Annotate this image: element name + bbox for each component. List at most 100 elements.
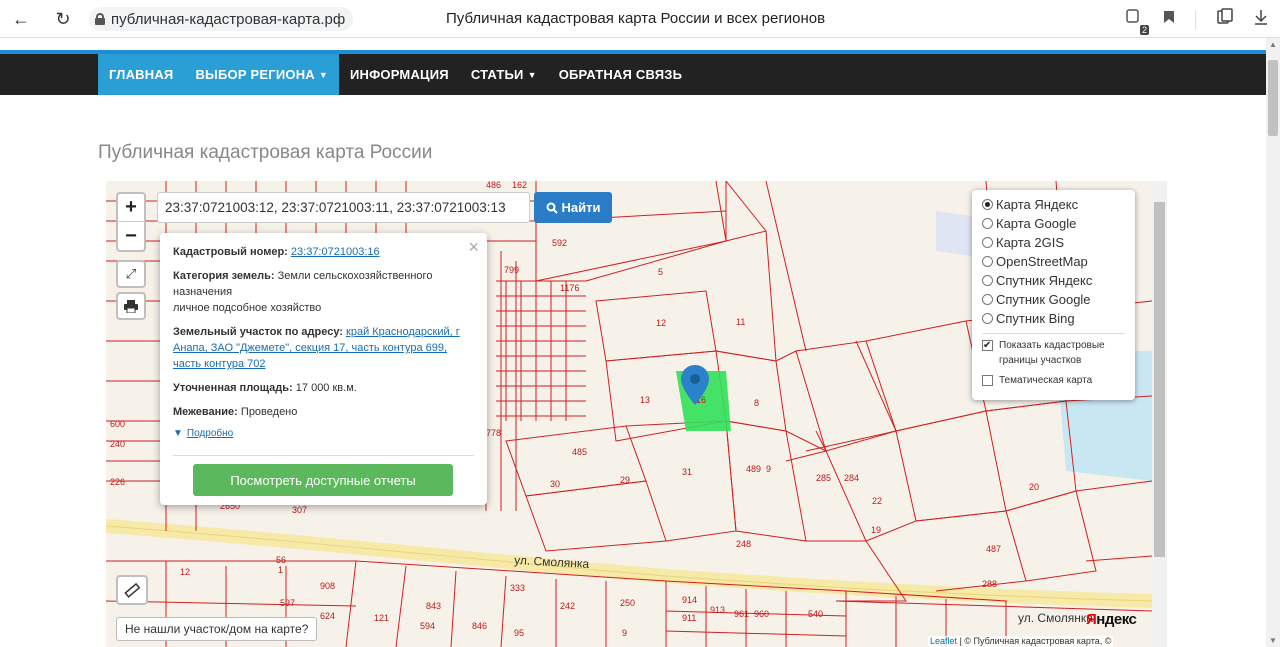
svg-text:624: 624 — [320, 611, 335, 621]
print-button[interactable] — [116, 292, 146, 320]
print-icon — [124, 299, 138, 313]
triangle-down-icon: ▼ — [173, 428, 183, 439]
svg-text:20: 20 — [1029, 482, 1039, 492]
svg-text:9: 9 — [622, 628, 627, 638]
cadastral-number-link[interactable]: 23:37:0721003:16 — [291, 246, 380, 258]
back-icon[interactable]: ← — [10, 8, 32, 30]
layer-option[interactable]: Спутник Google — [982, 290, 1125, 309]
checkbox-icon — [982, 375, 993, 386]
svg-text:778: 778 — [486, 428, 501, 438]
svg-text:485: 485 — [572, 447, 587, 457]
svg-text:162: 162 — [512, 181, 527, 190]
measure-button[interactable] — [116, 575, 148, 605]
radio-icon — [982, 313, 993, 324]
svg-text:12: 12 — [180, 567, 190, 577]
svg-text:284: 284 — [844, 473, 859, 483]
fullscreen-icon: ⤢ — [125, 266, 137, 281]
map-layers-panel: Карта Яндекс Карта Google Карта 2GIS Ope… — [972, 190, 1135, 400]
layer-option[interactable]: Спутник Яндекс — [982, 271, 1125, 290]
area-row: Уточненная площадь: 17 000 кв.м. — [173, 382, 357, 394]
close-icon[interactable]: × — [468, 237, 479, 258]
search-input[interactable]: 23:37:0721003:12, 23:37:0721003:11, 23:3… — [157, 192, 530, 223]
parcel-label: 486 — [486, 181, 501, 190]
address-bar[interactable]: публичная-кадастровая-карта.рф — [89, 7, 354, 31]
layer-option[interactable]: Спутник Bing — [982, 309, 1125, 328]
layers-divider — [982, 333, 1125, 334]
page-title: Публичная кадастровая карта России — [98, 142, 433, 163]
svg-text:597: 597 — [280, 598, 295, 608]
download-icon[interactable] — [1254, 9, 1268, 30]
browser-page-title: Публичная кадастровая карта России и все… — [446, 10, 826, 27]
street-label: ул. Смолянка — [1018, 611, 1093, 625]
svg-text:961: 961 — [734, 609, 749, 619]
chevron-down-icon: ▼ — [318, 70, 328, 80]
ruler-icon — [124, 582, 140, 598]
chevron-down-icon: ▼ — [527, 70, 537, 80]
radio-icon — [982, 294, 993, 305]
nav-region-select[interactable]: ВЫБОР РЕГИОНА ▼ — [184, 54, 339, 95]
fullscreen-button[interactable]: ⤢ — [116, 260, 146, 288]
nav-home[interactable]: ГЛАВНАЯ — [98, 54, 185, 95]
bookmark-icon[interactable] — [1163, 10, 1175, 29]
svg-text:22: 22 — [872, 496, 882, 506]
checkbox-checked-icon — [982, 338, 993, 353]
page-scrollbar-thumb[interactable] — [1268, 60, 1278, 136]
yandex-logo: Яндекс — [1086, 611, 1137, 628]
main-navbar: ГЛАВНАЯ ВЫБОР РЕГИОНА ▼ ИНФОРМАЦИЯ СТАТЬИ… — [0, 54, 1266, 95]
collections-icon[interactable] — [1216, 8, 1234, 31]
scroll-up-icon[interactable]: ▲ — [1269, 40, 1277, 49]
svg-text:29: 29 — [620, 475, 630, 485]
browser-toolbar: ← ↻ публичная-кадастровая-карта.рф Публи… — [0, 0, 1280, 38]
svg-text:540: 540 — [808, 609, 823, 619]
zoom-in-button[interactable]: + — [118, 194, 144, 222]
svg-text:285: 285 — [816, 473, 831, 483]
nav-articles[interactable]: СТАТЬИ ▼ — [460, 54, 548, 95]
svg-text:248: 248 — [736, 539, 751, 549]
not-found-button[interactable]: Не нашли участок/дом на карте? — [116, 617, 318, 641]
svg-text:913: 913 — [710, 605, 725, 615]
layer-option[interactable]: Карта Яндекс — [982, 195, 1125, 214]
cadastral-number-row: Кадастровый номер: 23:37:0721003:16 — [173, 246, 380, 258]
scroll-down-icon[interactable]: ▼ — [1269, 636, 1277, 645]
nav-info[interactable]: ИНФОРМАЦИЯ — [339, 54, 460, 95]
svg-text:911: 911 — [682, 613, 696, 623]
radio-icon — [982, 275, 993, 286]
url-text: публичная-кадастровая-карта.рф — [111, 10, 346, 28]
svg-text:5: 5 — [658, 267, 663, 277]
details-toggle[interactable]: ▼ Подробно — [173, 428, 474, 439]
svg-text:19: 19 — [871, 525, 881, 535]
view-reports-button[interactable]: Посмотреть доступные отчеты — [193, 464, 453, 496]
thematic-map-checkbox[interactable]: Тематическая карта — [982, 373, 1125, 388]
reload-icon[interactable]: ↻ — [52, 8, 74, 30]
land-category-row: Категория земель: Земли сельскохозяйстве… — [173, 270, 433, 314]
nav-feedback[interactable]: ОБРАТНАЯ СВЯЗЬ — [548, 54, 693, 95]
address-row: Земельный участок по адресу: край Красно… — [173, 326, 460, 370]
radio-icon — [982, 256, 993, 267]
svg-text:9: 9 — [766, 464, 771, 474]
svg-text:95: 95 — [514, 628, 524, 638]
svg-text:11: 11 — [736, 317, 745, 327]
zoom-control: + − — [116, 192, 146, 252]
radio-selected-icon — [982, 199, 993, 210]
find-button[interactable]: Найти — [534, 192, 612, 223]
zoom-out-button[interactable]: − — [118, 222, 144, 250]
extensions-badge: 2 — [1139, 25, 1149, 35]
svg-text:799: 799 — [504, 265, 519, 275]
svg-text:846: 846 — [472, 621, 487, 631]
extensions-icon[interactable]: 2 — [1125, 8, 1149, 35]
svg-text:226: 226 — [110, 477, 125, 487]
map-scrollbar-thumb[interactable] — [1154, 202, 1165, 557]
layer-option[interactable]: OpenStreetMap — [982, 252, 1125, 271]
svg-text:13: 13 — [640, 395, 650, 405]
svg-text:592: 592 — [552, 238, 567, 248]
svg-text:1176: 1176 — [560, 283, 579, 293]
svg-text:600: 600 — [110, 419, 125, 429]
leaflet-link[interactable]: Leaflet — [930, 636, 957, 646]
layer-option[interactable]: Карта Google — [982, 214, 1125, 233]
svg-text:8: 8 — [754, 398, 759, 408]
svg-text:307: 307 — [292, 505, 307, 515]
svg-text:960: 960 — [754, 609, 769, 619]
show-borders-checkbox[interactable]: Показать кадастровые границы участков — [982, 338, 1125, 368]
lock-icon — [95, 13, 105, 25]
layer-option[interactable]: Карта 2GIS — [982, 233, 1125, 252]
